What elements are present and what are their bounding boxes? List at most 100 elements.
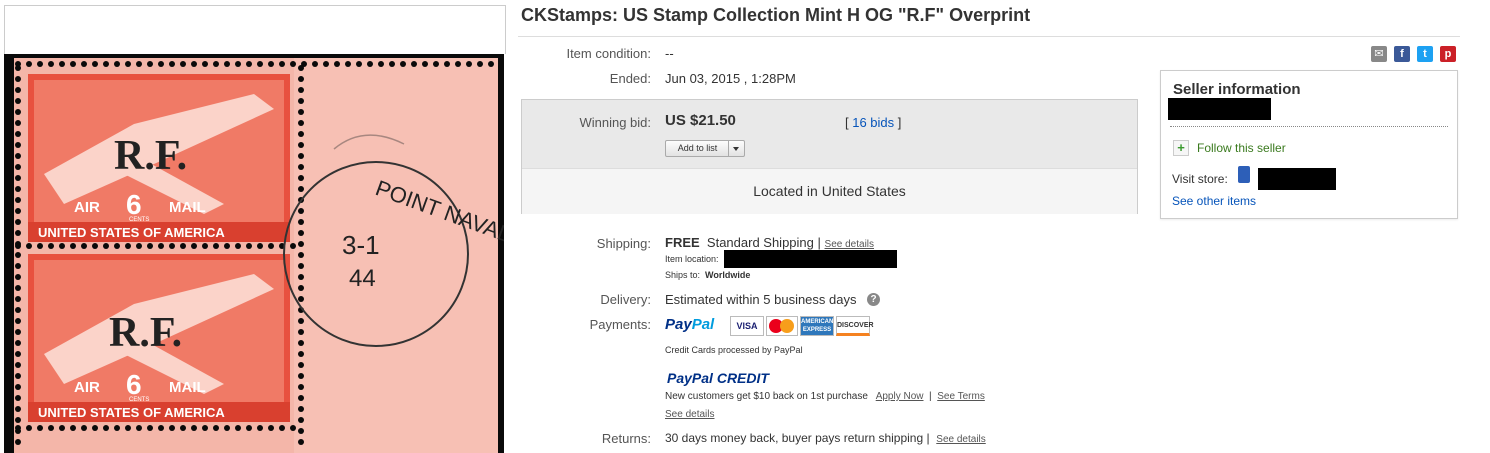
perforation-hole	[125, 243, 131, 249]
seller-divider	[1170, 126, 1448, 127]
perforation-hole	[15, 197, 21, 203]
perforation-hole	[15, 98, 21, 104]
store-icon[interactable]	[1238, 166, 1250, 183]
perforation-hole	[298, 395, 304, 401]
svg-text:6: 6	[126, 369, 142, 400]
ended-value: Jun 03, 2015 , 1:28PM	[665, 71, 796, 86]
follow-seller-link[interactable]: Follow this seller	[1197, 141, 1286, 155]
perforation-hole	[298, 164, 304, 170]
see-other-items-link[interactable]: See other items	[1172, 194, 1256, 208]
perforation-hole	[298, 219, 304, 225]
see-terms-link[interactable]: See Terms	[937, 391, 985, 402]
perforation-hole	[298, 285, 304, 291]
perforation-hole	[290, 425, 296, 431]
perforation-hole	[81, 243, 87, 249]
add-to-list-button[interactable]: Add to list	[665, 140, 745, 157]
perforation-hole	[15, 109, 21, 115]
perforation-hole	[15, 406, 21, 412]
perforation-hole	[298, 175, 304, 181]
twitter-icon[interactable]: t	[1417, 46, 1433, 62]
perforation-hole	[298, 142, 304, 148]
perforation-hole	[235, 425, 241, 431]
perforation-hole	[59, 61, 65, 67]
perforation-hole	[488, 61, 494, 67]
listing-title: CKStamps: US Stamp Collection Mint H OG …	[521, 5, 1031, 25]
perforation-hole	[92, 243, 98, 249]
perforation-hole	[298, 76, 304, 82]
perforation-hole	[15, 373, 21, 379]
shipping-see-details-link[interactable]: See details	[825, 239, 874, 250]
plus-icon[interactable]: +	[1173, 140, 1189, 156]
perforation-hole	[70, 61, 76, 67]
visa-icon: VISA	[730, 316, 764, 336]
perforation-hole	[298, 120, 304, 126]
perforation-hole	[15, 439, 21, 445]
perforation-hole	[147, 243, 153, 249]
perforation-hole	[15, 417, 21, 423]
returns-value: 30 days money back, buyer pays return sh…	[665, 431, 986, 445]
returns-see-details-link[interactable]: See details	[936, 434, 985, 445]
email-icon[interactable]: ✉	[1371, 46, 1387, 62]
perforation-hole	[246, 243, 252, 249]
perforation-hole	[257, 243, 263, 249]
winning-bid-amount: US $21.50	[665, 112, 736, 129]
perforation-hole	[268, 243, 274, 249]
perforation-hole	[298, 329, 304, 335]
perforation-hole	[15, 428, 21, 434]
perforation-hole	[37, 425, 43, 431]
card-note: Credit Cards processed by PayPal	[665, 345, 803, 355]
store-name-redacted	[1258, 168, 1336, 190]
perforation-hole	[15, 362, 21, 368]
visit-store-label: Visit store:	[1172, 172, 1228, 186]
svg-text:44: 44	[349, 265, 376, 292]
stamp-photo[interactable]: R.F. AIR 6 MAIL CENTS UNITED STATES OF A…	[4, 54, 504, 453]
bid-count: [ 16 bids ]	[845, 115, 902, 130]
perforation-hole	[15, 307, 21, 313]
perforation-hole	[92, 61, 98, 67]
perforation-hole	[15, 219, 21, 225]
perforation-hole	[81, 425, 87, 431]
seller-heading: Seller information	[1173, 81, 1301, 98]
credit-see-details-link[interactable]: See details	[665, 409, 714, 420]
perforation-hole	[26, 243, 32, 249]
pinterest-icon[interactable]: p	[1440, 46, 1456, 62]
returns-label: Returns:	[601, 431, 651, 446]
perforation-hole	[202, 243, 208, 249]
perforation-hole	[202, 61, 208, 67]
perforation-hole	[298, 340, 304, 346]
svg-text:CENTS: CENTS	[129, 397, 149, 403]
perforation-hole	[136, 61, 142, 67]
payments-label: Payments:	[589, 317, 651, 332]
item-location-label: Item location:	[665, 254, 719, 264]
help-icon[interactable]: ?	[867, 293, 880, 306]
shipping-value: FREE Standard Shipping | See details	[665, 235, 875, 250]
perforation-hole	[26, 425, 32, 431]
perforation-hole	[224, 425, 230, 431]
perforation-hole	[298, 186, 304, 192]
bid-history-link[interactable]: 16 bids	[852, 115, 894, 130]
perforation-hole	[290, 61, 296, 67]
chevron-down-icon[interactable]	[728, 141, 744, 156]
perforation-hole	[257, 425, 263, 431]
perforation-hole	[235, 61, 241, 67]
perforation-hole	[158, 243, 164, 249]
apply-now-link[interactable]: Apply Now	[876, 391, 924, 402]
mastercard-icon	[766, 316, 798, 336]
perforation-hole	[290, 243, 296, 249]
perforation-hole	[298, 153, 304, 159]
perforation-hole	[92, 425, 98, 431]
perforation-hole	[15, 241, 21, 247]
perforation-hole	[15, 164, 21, 170]
perforation-hole	[15, 87, 21, 93]
perforation-hole	[103, 61, 109, 67]
perforation-hole	[125, 61, 131, 67]
perforation-hole	[136, 425, 142, 431]
facebook-icon[interactable]: f	[1394, 46, 1410, 62]
perforation-hole	[15, 186, 21, 192]
perforation-hole	[298, 406, 304, 412]
perforation-hole	[298, 362, 304, 368]
amex-icon: AMERICAN EXPRESS	[800, 316, 834, 336]
perforation-hole	[59, 425, 65, 431]
perforation-hole	[15, 142, 21, 148]
svg-text:AIR: AIR	[74, 199, 100, 216]
